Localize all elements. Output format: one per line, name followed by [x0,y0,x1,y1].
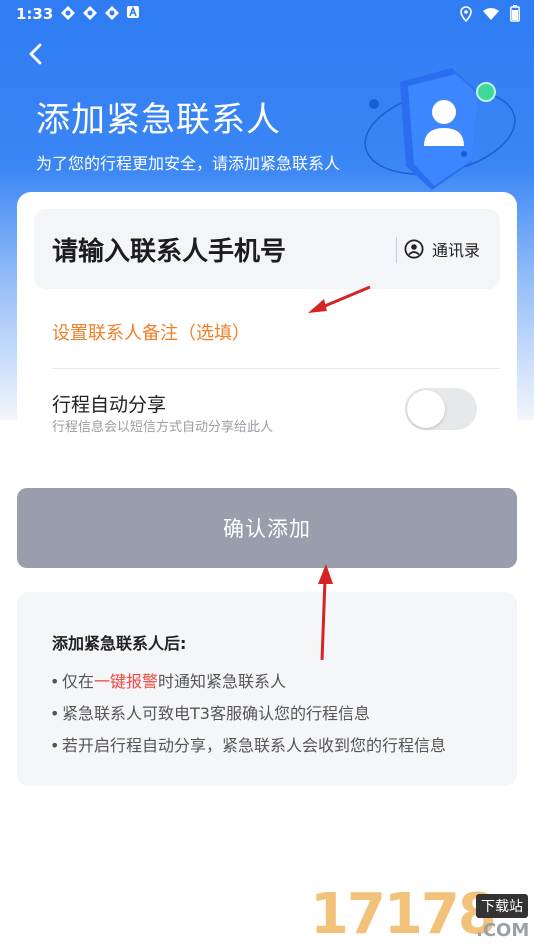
info-item-text: 若开启行程自动分享，紧急联系人会收到您的行程信息 [62,736,447,755]
info-item: • 若开启行程自动分享，紧急联系人会收到您的行程信息 [50,732,446,756]
divider [396,237,397,263]
auto-share-description: 行程信息会以短信方式自动分享给此人 [52,420,274,435]
bullet: • [50,736,60,755]
phone-input-container: 请输入联系人手机号 通讯录 [34,209,500,289]
info-item: • 仅在一键报警时通知紧急联系人 [50,668,286,692]
watermark-logo: 17178 下载站 .COM [300,880,534,950]
auto-share-toggle[interactable] [405,388,477,430]
contacts-label: 通讯录 [432,241,481,260]
a-icon [127,5,139,18]
contact-person-icon [404,239,424,259]
annotation-arrow [308,285,371,313]
page-subtitle: 为了您的行程更加安全，请添加紧急联系人 [36,154,341,173]
divider [52,368,500,369]
contacts-button[interactable]: 通讯录 [404,237,480,261]
annotation-arrow [318,564,333,661]
bullet: • [50,704,60,723]
contact-form-card: 请输入联系人手机号 通讯录 设置联系人备注（选填） 行程自动分享 行程信息会以短… [17,192,517,464]
info-title: 添加紧急联系人后: [52,634,187,653]
app-notification-icon [105,6,119,20]
battery-icon [510,5,520,22]
info-item-text: 紧急联系人可致电T3客服确认您的行程信息 [62,704,370,723]
info-box: 添加紧急联系人后: • 仅在一键报警时通知紧急联系人 • 紧急联系人可致电T3客服确… [17,592,517,786]
status-bar: 1:33 [0,0,534,28]
wifi-icon [483,7,499,20]
contact-note-input[interactable]: 设置联系人备注（选填） [52,319,250,345]
watermark-domain: .COM [476,920,530,941]
watermark-tag: 下载站 [476,894,528,918]
info-item: • 紧急联系人可致电T3客服确认您的行程信息 [50,700,370,724]
bullet: • [50,672,60,691]
phone-input[interactable]: 请输入联系人手机号 [52,231,286,268]
info-item-text: 时通知紧急联系人 [158,672,287,691]
back-button[interactable] [22,40,50,68]
confirm-add-button[interactable]: 确认添加 [17,488,517,568]
status-time: 1:33 [16,5,54,23]
status-icons-right [460,5,520,22]
app-notification-icon [61,6,75,20]
app-notification-icon [83,6,97,20]
info-item-text: 仅在 [62,672,95,691]
watermark-number: 17178 [310,882,497,947]
auto-share-title: 行程自动分享 [52,394,167,416]
page-title: 添加紧急联系人 [36,100,281,140]
location-icon [460,5,472,22]
toggle-knob [407,390,445,428]
one-click-alarm-highlight: 一键报警 [94,672,159,691]
shield-contact-illustration [364,68,516,190]
status-icons-left [60,5,140,21]
